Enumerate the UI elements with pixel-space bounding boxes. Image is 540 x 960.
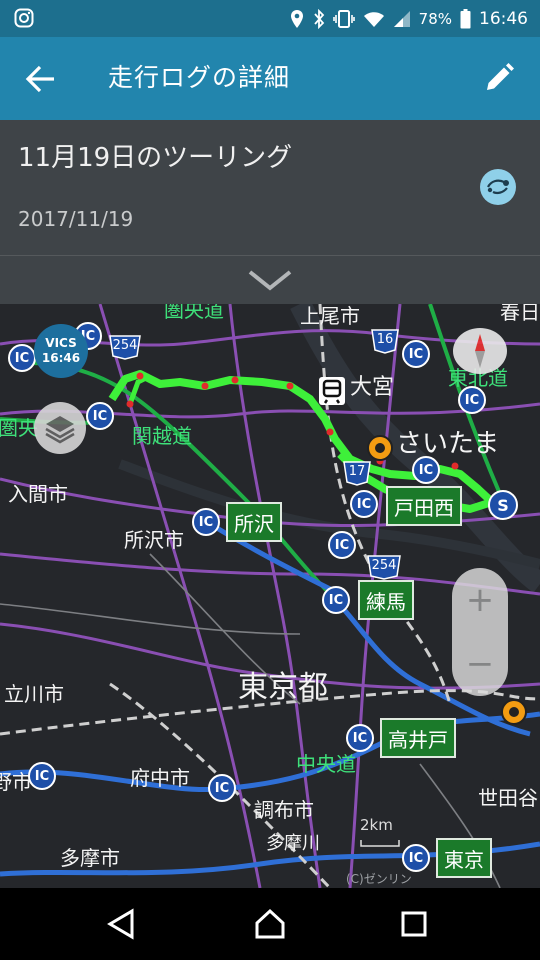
ramp-tokorozawa[interactable]: 所沢 <box>226 502 282 542</box>
vics-time: 16:46 <box>41 351 81 365</box>
map-label-tama-city: 多摩市 <box>60 846 120 870</box>
zoom-out-button[interactable]: − <box>452 632 508 696</box>
wifi-icon <box>363 11 384 27</box>
nav-back-icon[interactable] <box>106 908 136 940</box>
landmark-pin-icon-2 <box>501 699 527 725</box>
edit-pencil-icon[interactable] <box>482 61 516 95</box>
map-label-kenodo: 圏央道 <box>164 304 224 322</box>
route-map[interactable]: 圏央道 上尾市 春日 圏央 大宮 東北道 関越道 さいたま 入間市 所沢市 東京… <box>0 304 540 888</box>
map-scale-label: 2km <box>360 816 393 834</box>
ic-marker[interactable]: IC <box>8 344 36 372</box>
ic-marker[interactable]: IC <box>402 340 430 368</box>
map-label-kasukabe: 春日 <box>500 304 540 324</box>
map-label-tokorozawa-city: 所沢市 <box>124 528 184 552</box>
ic-marker[interactable]: IC <box>458 386 486 414</box>
landmark-pin-icon <box>367 435 393 461</box>
ic-marker[interactable]: IC <box>322 586 350 614</box>
map-label-tamagawa: 多摩川 <box>266 833 320 854</box>
nav-recents-icon[interactable] <box>401 908 427 940</box>
start-marker[interactable]: S <box>488 490 518 520</box>
ramp-todanishi[interactable]: 戸田西 <box>386 486 462 526</box>
route-number-17: 17 <box>348 464 366 479</box>
route-number-254b: 254 <box>371 558 397 573</box>
nav-home-icon[interactable] <box>254 908 286 940</box>
ic-marker[interactable]: IC <box>412 456 440 484</box>
ic-marker[interactable]: IC <box>346 724 374 752</box>
map-label-kanetsu: 関越道 <box>132 424 192 448</box>
vics-badge[interactable]: VICS 16:46 <box>34 324 88 378</box>
map-label-iruma: 入間市 <box>8 482 68 506</box>
battery-percent: 78% <box>418 9 452 28</box>
map-label-tachikawa: 立川市 <box>4 682 64 706</box>
zoom-in-button[interactable]: + <box>452 568 508 632</box>
clock: 16:46 <box>479 8 528 29</box>
map-label-kenoh2: 圏央 <box>0 416 38 440</box>
ic-marker[interactable]: IC <box>328 531 356 559</box>
map-label-saitama: さいたま <box>396 429 500 459</box>
route-number-16: 16 <box>376 332 394 347</box>
compass-icon <box>475 334 485 368</box>
trip-name: 11月19日のツーリング <box>18 143 293 173</box>
train-station-icon <box>319 377 345 405</box>
trip-info-panel: 11月19日のツーリング 2017/11/19 <box>0 120 540 256</box>
status-bar: 78% 16:46 <box>0 0 540 37</box>
ramp-tokyo[interactable]: 東京 <box>436 838 492 878</box>
map-scale-bar <box>360 840 400 847</box>
ic-marker[interactable]: IC <box>86 402 114 430</box>
chevron-down-icon <box>248 270 292 291</box>
share-icon[interactable] <box>479 168 517 206</box>
map-label-ageo: 上尾市 <box>300 304 360 328</box>
route-number-254a: 254 <box>112 338 138 353</box>
layers-icon <box>45 416 75 444</box>
map-label-chofu: 調布市 <box>254 798 314 822</box>
ic-marker[interactable]: IC <box>402 844 430 872</box>
app-bar: 走行ログの詳細 <box>0 37 540 120</box>
battery-icon <box>460 8 471 28</box>
trip-date: 2017/11/19 <box>18 207 134 231</box>
map-label-omiya: 大宮 <box>350 375 395 400</box>
ic-marker[interactable]: IC <box>28 762 56 790</box>
vics-label: VICS <box>45 336 77 350</box>
back-arrow-icon[interactable] <box>24 63 58 95</box>
map-label-fuchu: 府中市 <box>130 766 190 790</box>
map-label-setagaya: 世田谷 <box>478 786 538 810</box>
bluetooth-icon <box>313 8 324 29</box>
zoom-control: + − <box>452 568 508 696</box>
ic-marker[interactable]: IC <box>192 508 220 536</box>
ic-marker[interactable]: IC <box>208 774 236 802</box>
map-label-tokyo: 東京都 <box>238 670 328 705</box>
page-title: 走行ログの詳細 <box>108 63 291 92</box>
ramp-nerima[interactable]: 練馬 <box>358 580 414 620</box>
map-copyright: (C)ゼンリン <box>346 872 412 886</box>
expand-toggle[interactable] <box>0 256 540 304</box>
layers-button[interactable] <box>34 402 86 454</box>
compass-button[interactable] <box>453 328 507 374</box>
signal-icon <box>393 10 410 27</box>
map-scale: 2km <box>360 816 400 852</box>
ic-marker[interactable]: IC <box>350 490 378 518</box>
vibrate-icon <box>332 9 355 28</box>
instagram-icon <box>14 8 34 28</box>
map-label-chuo: 中央道 <box>296 752 356 776</box>
system-navigation-bar <box>0 888 540 960</box>
location-icon <box>290 9 303 28</box>
ramp-takaido[interactable]: 高井戸 <box>380 718 456 758</box>
